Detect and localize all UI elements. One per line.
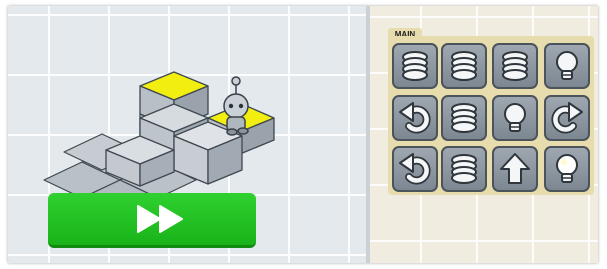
fast-forward-icon [137, 205, 183, 233]
turn-right-icon [548, 99, 586, 137]
run-program-button[interactable] [48, 193, 256, 248]
command-slot-turn-right[interactable] [544, 95, 590, 141]
command-slot-spring[interactable] [492, 43, 538, 89]
command-slot-spring[interactable] [392, 43, 438, 89]
up-arrow-icon [500, 153, 530, 184]
robot-foot [237, 127, 249, 135]
lightbulb-icon [556, 51, 578, 80]
spring-icon [502, 51, 528, 81]
spring-icon [402, 51, 428, 81]
command-slot-light-on[interactable] [544, 146, 590, 192]
spring-icon [451, 103, 477, 133]
robot-eye [238, 103, 244, 109]
command-slot-turn-left[interactable] [392, 146, 438, 192]
level-scene [43, 71, 275, 200]
robot-eye [228, 103, 234, 109]
spring-icon [451, 51, 477, 81]
block-stack [105, 71, 275, 187]
command-slot-forward[interactable] [492, 146, 538, 192]
lightbulb-icon [504, 103, 526, 132]
command-slot-light[interactable] [544, 43, 590, 89]
command-slot-spring[interactable] [441, 95, 487, 141]
robot-antenna-ball [231, 76, 241, 86]
robot-foot [226, 128, 238, 136]
command-slot-spring[interactable] [441, 43, 487, 89]
robot-head [223, 93, 249, 119]
command-slot-light[interactable] [492, 95, 538, 141]
turn-left-icon [396, 99, 434, 137]
turn-left-icon [396, 150, 434, 188]
robot [223, 76, 249, 136]
command-slot-spring[interactable] [441, 146, 487, 192]
command-slot-turn-left[interactable] [392, 95, 438, 141]
lightbulb-lit-icon [556, 154, 578, 183]
spring-icon [451, 154, 477, 184]
